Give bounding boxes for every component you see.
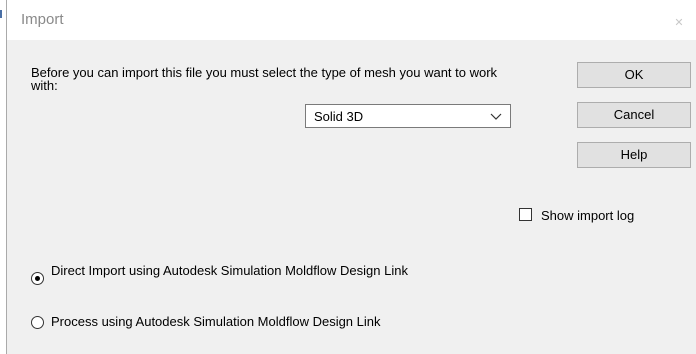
ok-button[interactable]: OK (577, 62, 691, 88)
process-radio[interactable] (31, 316, 44, 329)
window-edge-marker (0, 10, 2, 18)
process-label: Process using Autodesk Simulation Moldfl… (51, 314, 381, 329)
title-bar[interactable]: Import ✕ (7, 0, 696, 40)
mesh-type-select[interactable]: Solid 3D (305, 104, 511, 128)
mesh-type-value: Solid 3D (314, 109, 364, 124)
close-icon[interactable]: ✕ (662, 0, 696, 40)
window-title: Import (21, 11, 64, 28)
chevron-down-icon (490, 113, 502, 120)
show-import-log-label: Show import log (541, 208, 635, 223)
help-button[interactable]: Help (577, 142, 691, 168)
instruction-text: Before you can import this file you must… (31, 65, 498, 93)
direct-import-radio[interactable] (31, 272, 44, 285)
cancel-button[interactable]: Cancel (577, 102, 691, 128)
show-import-log-checkbox[interactable] (519, 208, 532, 221)
import-dialog: Import ✕ Before you can import this file… (6, 0, 696, 354)
direct-import-label: Direct Import using Autodesk Simulation … (51, 263, 408, 278)
